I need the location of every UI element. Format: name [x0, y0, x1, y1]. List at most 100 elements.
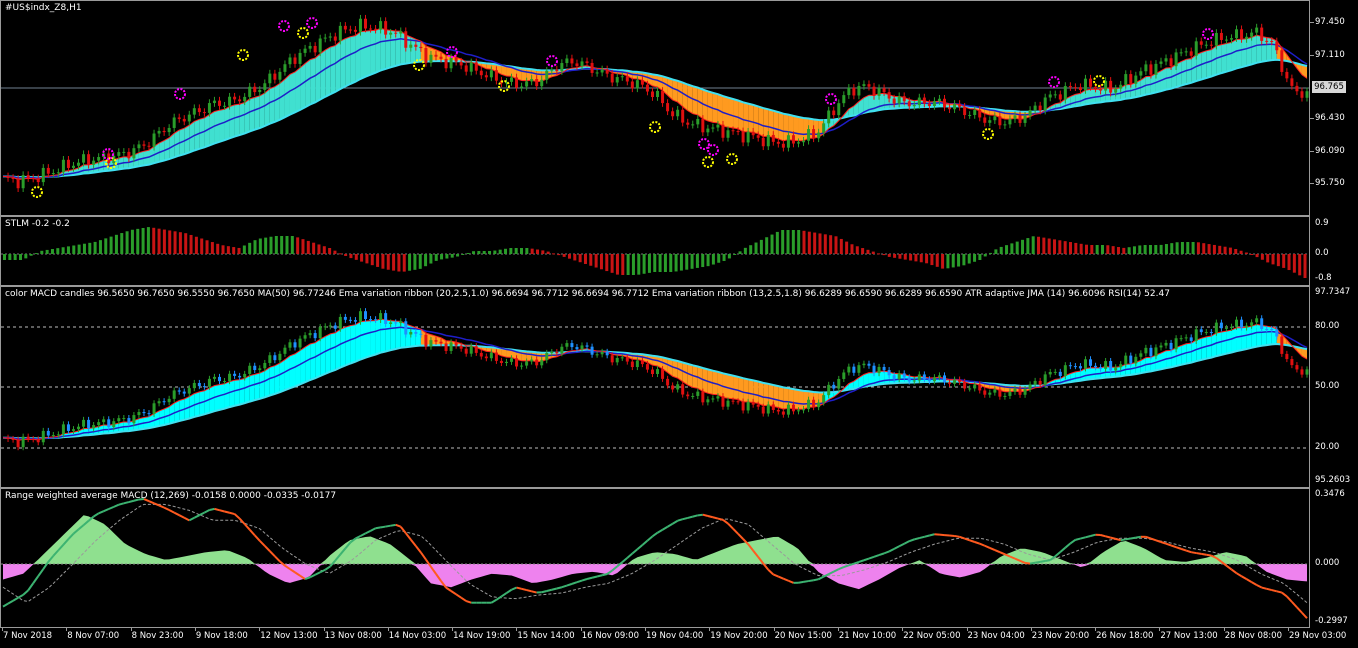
rwa-histogram-negative	[3, 564, 1307, 590]
candle-body	[958, 379, 962, 382]
candle-body	[575, 63, 579, 67]
stlm-bar	[669, 254, 673, 272]
rwa-macd-segment	[243, 523, 251, 531]
rwa-macd-segment	[248, 529, 256, 536]
ribbon-segment	[224, 106, 230, 141]
stlm-bar	[727, 254, 731, 259]
time-label: 26 Nov 18:00	[1096, 631, 1154, 641]
rwa-macd-segment	[420, 551, 427, 561]
stlm-bar	[200, 238, 204, 254]
stlm-bar	[1058, 240, 1062, 254]
candle-body	[293, 342, 297, 348]
rwa-macd-segment	[581, 578, 588, 582]
stlm-bar	[397, 254, 401, 272]
candle-body	[600, 351, 604, 355]
stlm-bar	[871, 251, 875, 254]
stlm-bar	[1132, 246, 1136, 254]
stlm-bar	[1164, 244, 1168, 254]
stlm-pane[interactable]: STLM -0.2 -0.2	[0, 216, 1310, 286]
stlm-bar	[493, 250, 497, 254]
stlm-bar	[1031, 236, 1035, 254]
time-label: 23 Nov 04:00	[967, 631, 1025, 641]
stlm-bar	[887, 254, 891, 257]
rwa-macd-segment	[37, 568, 45, 577]
main-price-scale[interactable]: 97.450 97.110 96.430 96.090 95.750	[1310, 0, 1358, 216]
stlm-bar	[738, 251, 742, 254]
candle-body	[364, 311, 368, 320]
rwa-macd-pane[interactable]: Range weighted average MACD (12,269) -0.…	[0, 488, 1310, 628]
candle-body	[686, 122, 690, 125]
candle-body	[162, 401, 166, 403]
candle-body	[1063, 86, 1067, 100]
stlm-bar	[754, 242, 758, 254]
stlm-bar	[786, 230, 790, 254]
candle-body	[570, 58, 574, 64]
candle-body	[107, 419, 111, 428]
ribbon-segment	[778, 112, 784, 141]
rwa-macd-segment	[1170, 544, 1177, 549]
candle-body	[736, 131, 740, 133]
candle-body	[1119, 84, 1123, 89]
rwa-macd-segment	[32, 575, 40, 584]
candle-body	[535, 359, 539, 366]
rwa-macd-segment	[103, 508, 110, 513]
candle-body	[1189, 337, 1193, 341]
rwa-macd-segment	[193, 514, 200, 519]
stlm-bar	[56, 248, 60, 254]
candle-body	[429, 340, 433, 347]
candle-body	[36, 439, 40, 443]
stlm-bar	[962, 254, 966, 266]
candle-body	[424, 48, 428, 63]
stlm-bar	[919, 254, 923, 263]
candle-body	[1003, 124, 1007, 126]
stlm-bar	[184, 233, 188, 254]
rwa-macd-segment	[984, 544, 991, 549]
candle-body	[917, 97, 921, 106]
rwa-macd-segment	[1291, 601, 1298, 608]
macd-candles-scale[interactable]: 97.7347 80.00 50.00 20.00 95.2603	[1310, 286, 1358, 488]
ribbon-segment	[1206, 49, 1212, 78]
rwa-macd-segment	[712, 516, 719, 520]
rsi-scale-label: 80.00	[1315, 321, 1340, 331]
fractal-high-marker	[1202, 28, 1214, 40]
ribbon-segment	[375, 28, 381, 73]
time-axis[interactable]: 7 Nov 2018 8 Nov 07:00 8 Nov 23:00 9 Nov 18…	[0, 628, 1346, 648]
candle-body	[731, 400, 735, 402]
time-label: 22 Nov 05:00	[903, 631, 961, 641]
stlm-bar	[1218, 245, 1222, 254]
rwa-macd-segment	[878, 552, 885, 557]
candle-body	[1033, 105, 1037, 111]
rwa-macd-segment	[12, 596, 19, 602]
candle-body	[1305, 369, 1309, 375]
candle-body	[21, 436, 25, 448]
candle-body	[887, 370, 891, 376]
main-chart-pane[interactable]: #US$indx_Z8,H1	[0, 0, 1310, 216]
macd-candles-pane[interactable]: color MACD candles 96.5650 96.7650 96.55…	[0, 286, 1310, 488]
rwa-macd-segment	[586, 576, 593, 580]
ribbon-segment	[355, 31, 361, 82]
stlm-bar	[1010, 243, 1014, 254]
rwa-macd-scale[interactable]: 0.3476 0.000 -0.2997	[1310, 488, 1358, 628]
candle-body	[706, 399, 710, 403]
candle-body	[1083, 359, 1087, 369]
ribbon-segment	[249, 97, 255, 132]
time-label: 21 Nov 10:00	[838, 631, 897, 641]
candle-body	[877, 88, 881, 96]
rwa-macd-segment	[203, 509, 210, 514]
candle-body	[635, 360, 639, 368]
rwa-macd-segment	[1130, 536, 1136, 540]
candle-body	[953, 379, 957, 384]
fractal-high-marker	[306, 17, 318, 29]
rwa-macd-segment	[883, 550, 890, 555]
stlm-bar	[189, 234, 193, 254]
stlm-bar	[349, 254, 353, 259]
candle-body	[1164, 342, 1168, 346]
stlm-bar	[1244, 252, 1248, 254]
candle-body	[1073, 87, 1077, 89]
candle-body	[11, 438, 15, 440]
ribbon-segment	[722, 373, 729, 399]
stlm-bar	[370, 254, 374, 266]
stlm-scale[interactable]: 0.9 0.0 -0.8	[1310, 216, 1358, 286]
rwa-macd-segment	[657, 528, 664, 534]
stlm-bar	[280, 236, 284, 254]
